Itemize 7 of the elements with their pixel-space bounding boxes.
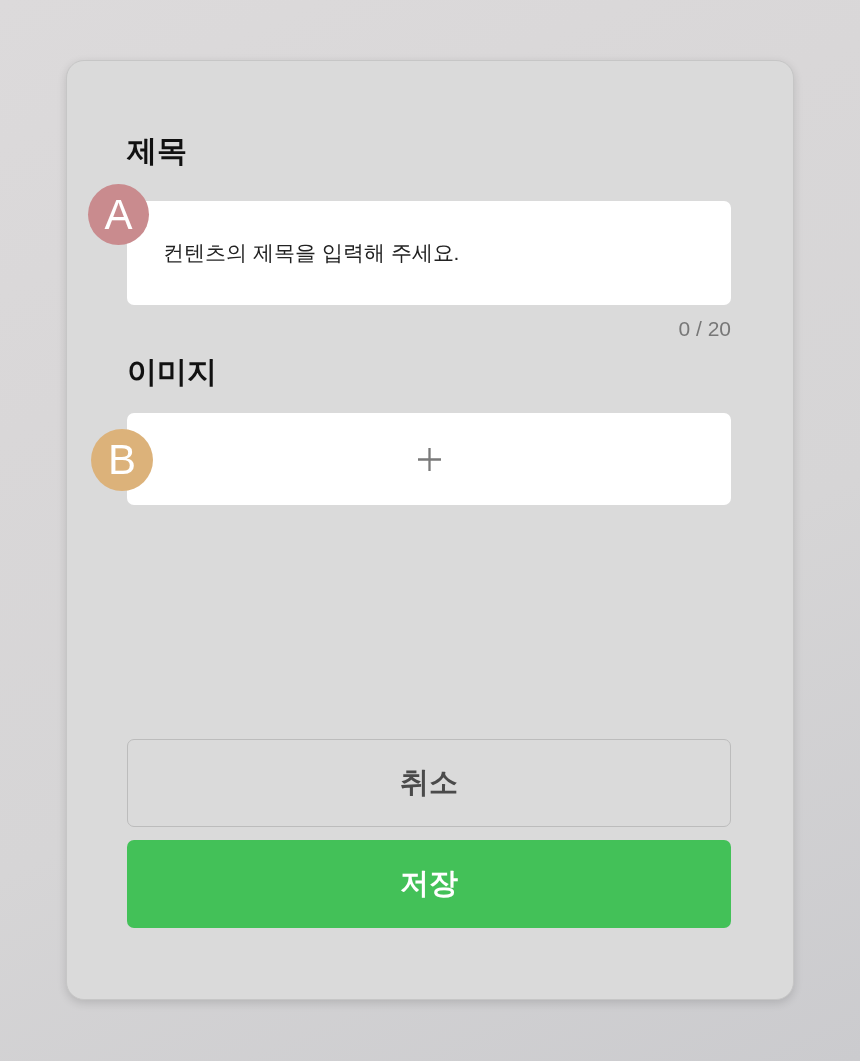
annotation-marker: A [88, 184, 149, 245]
field-label: 이미지 [127, 354, 218, 390]
field-label: 제목 [127, 133, 188, 169]
plus-icon [417, 447, 441, 471]
annotation-marker: B [91, 429, 153, 491]
character-counter: 0 / 20 [677, 317, 731, 341]
cancel-button[interactable]: 취소 [127, 739, 731, 827]
